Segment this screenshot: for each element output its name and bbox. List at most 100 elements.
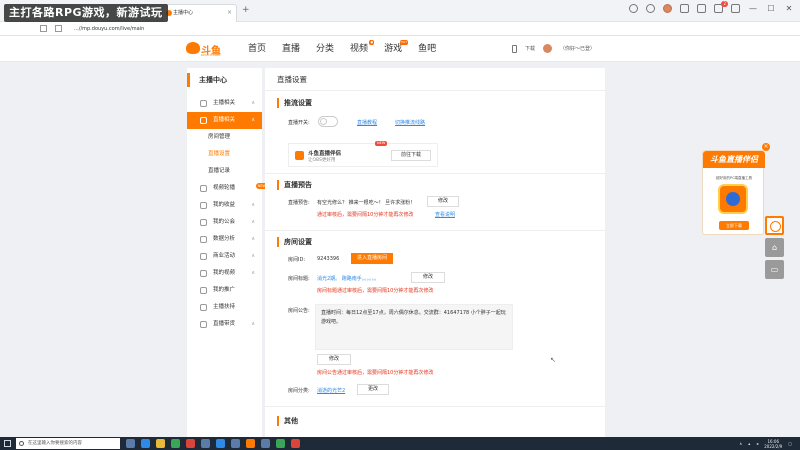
taskbar-search-input[interactable]: 在这里输入你要搜索的内容 <box>16 438 120 449</box>
sidebar-sub-live-settings[interactable]: 直播设置 <box>187 146 262 163</box>
search-icon <box>19 441 24 446</box>
app-icon[interactable] <box>261 439 270 448</box>
category-change-button[interactable]: 更改 <box>357 384 389 395</box>
sidebar-item-ecommerce[interactable]: 直播带货 ∧ <box>187 316 262 333</box>
app-blue-icon[interactable] <box>216 439 225 448</box>
checkbox-icon[interactable] <box>40 25 47 32</box>
promo-app-inner <box>726 192 740 206</box>
notice-edit-button[interactable]: 修改 <box>427 196 459 207</box>
announce-label: 房间公告: <box>288 308 310 314</box>
browser-avatar[interactable] <box>663 4 672 13</box>
chart-icon <box>200 236 207 243</box>
app-green-icon[interactable] <box>276 439 285 448</box>
douyu-app-icon[interactable] <box>246 439 255 448</box>
clock-icon[interactable] <box>629 4 638 13</box>
new-tab-button[interactable]: + <box>242 5 250 15</box>
edge-icon[interactable] <box>141 439 150 448</box>
switch-line-link[interactable]: 切换推流线路 <box>395 119 425 126</box>
sidebar-item-video-carousel[interactable]: 视频轮播 NEW <box>187 180 268 197</box>
section-room-title: 房间设置 <box>277 237 312 247</box>
page-icon[interactable] <box>55 25 62 32</box>
sidebar-item-earnings[interactable]: 我的收益 ∧ <box>187 197 262 214</box>
companion-download-button[interactable]: 前往下载 <box>391 150 431 161</box>
sidebar-item-analytics[interactable]: 数据分析 ∧ <box>187 231 262 248</box>
browser-tab-active[interactable]: 主播中心 × <box>162 4 237 22</box>
app-green-icon[interactable] <box>171 439 180 448</box>
companion-promo-card[interactable]: 斗鱼直播伴侣 超好用的PC端直播工具 立即下载 <box>702 150 765 235</box>
enter-room-button[interactable]: 进入直播房间 <box>351 253 393 264</box>
mail-icon[interactable]: 2 <box>714 1 728 13</box>
sidebar-item-anchor[interactable]: 主播相关 ∧ <box>187 95 262 112</box>
download-link[interactable]: 下载 <box>525 45 535 52</box>
address-input[interactable]: ...//mp.douyu.com/live/main <box>74 24 174 34</box>
sidebar-item-guild[interactable]: 我的公会 ∧ <box>187 214 262 231</box>
chevron-up-icon: ∧ <box>251 236 255 242</box>
folder-icon[interactable] <box>156 439 165 448</box>
promo-title: 斗鱼直播伴侣 <box>703 151 765 168</box>
notice-help-link[interactable]: 查看说明 <box>435 211 455 218</box>
app-red-icon[interactable] <box>186 439 195 448</box>
announce-edit-button[interactable]: 修改 <box>317 354 351 365</box>
sidebar-sub-live-record[interactable]: 直播记录 <box>187 163 262 180</box>
user-label[interactable]: （你好～已登） <box>560 45 595 52</box>
section-push-title: 推流设置 <box>277 98 312 108</box>
room-title-edit-button[interactable]: 修改 <box>411 272 445 283</box>
category-value-link[interactable]: 消逝的光芒2 <box>317 387 345 394</box>
companion-name: 斗鱼直播伴侣 <box>308 151 342 157</box>
sidebar-item-support[interactable]: 主播扶持 <box>187 299 262 316</box>
sidebar-item-live[interactable]: 直播相关 ∧ <box>187 112 262 129</box>
nav-badge-hot: HOT <box>399 40 409 45</box>
tutorial-link[interactable]: 直播教程 <box>357 119 377 126</box>
announce-textarea[interactable]: 直播时间：每日12点至17点，周六偶尔休息。交流群：41647178 小个胖子一… <box>315 304 513 350</box>
nav-label: 鱼吧 <box>418 44 437 54</box>
home-float-icon[interactable]: ⌂ <box>765 238 784 257</box>
tab-close-icon[interactable]: × <box>227 5 232 21</box>
chevron-up-icon: ∧ <box>251 117 255 123</box>
gift-icon[interactable] <box>697 4 706 13</box>
sidebar-item-promotion[interactable]: 我的推广 <box>187 282 262 299</box>
sidebar-item-my-videos[interactable]: 我的视频 ∧ <box>187 265 262 282</box>
close-window-button[interactable]: ✕ <box>784 4 794 13</box>
sidebar-item-label: 直播相关 <box>213 117 236 123</box>
douyu-logo[interactable]: 斗鱼 DOUYU.COM <box>186 40 226 58</box>
play-circle-icon <box>200 185 207 192</box>
promo-app-icon <box>718 184 748 214</box>
app-float-icon[interactable]: ▭ <box>765 260 784 279</box>
menu-icon[interactable] <box>731 4 740 13</box>
nav-fishbar[interactable]: 鱼吧 <box>418 36 436 62</box>
nav-live[interactable]: 直播 <box>282 36 300 62</box>
minimize-button[interactable]: — <box>748 4 758 13</box>
chevron-up-icon: ∧ <box>251 219 255 225</box>
network-icon[interactable]: ▴ <box>748 441 750 446</box>
notification-center-icon[interactable]: ▢ <box>788 441 792 446</box>
room-title-tip: 房间标题通过审核后，需要间隔10分钟才能再次修改 <box>317 288 434 294</box>
page-title: 直播设置 <box>277 75 307 84</box>
companion-desc: 让OBS更好用 <box>308 158 336 163</box>
sidebar-item-label: 数据分析 <box>213 236 236 242</box>
nav-home[interactable]: 首页 <box>248 36 266 62</box>
windows-start-icon[interactable] <box>4 440 11 447</box>
sidebar-item-label: 视频轮播 <box>213 185 236 191</box>
nav-games[interactable]: 游戏 HOT <box>384 36 409 62</box>
tray-up-icon[interactable]: ∧ <box>739 441 742 446</box>
maximize-button[interactable]: ☐ <box>766 4 776 13</box>
app-icon[interactable] <box>201 439 210 448</box>
task-view-icon[interactable] <box>126 439 135 448</box>
nav-category[interactable]: 分类 <box>316 36 334 62</box>
chevron-up-icon: ∧ <box>251 270 255 276</box>
volume-icon[interactable]: ◂ <box>756 441 758 446</box>
shirt-icon[interactable] <box>680 4 689 13</box>
play-float-icon[interactable] <box>765 216 784 235</box>
divider <box>265 173 605 174</box>
nav-video[interactable]: 视频 ● <box>350 36 375 62</box>
sidebar-item-business[interactable]: 商业活动 ∧ <box>187 248 262 265</box>
sidebar-sub-room-manage[interactable]: 房间管理 <box>187 129 262 146</box>
info-icon[interactable] <box>646 4 655 13</box>
app-red-icon[interactable] <box>291 439 300 448</box>
user-avatar[interactable] <box>543 44 553 53</box>
app-icon[interactable] <box>231 439 240 448</box>
taskbar-clock[interactable]: 16:06 2022/2/9 <box>764 439 782 449</box>
promo-close-icon[interactable]: × <box>762 143 770 151</box>
live-switch-toggle[interactable] <box>318 116 338 127</box>
promo-download-button[interactable]: 立即下载 <box>719 221 749 230</box>
